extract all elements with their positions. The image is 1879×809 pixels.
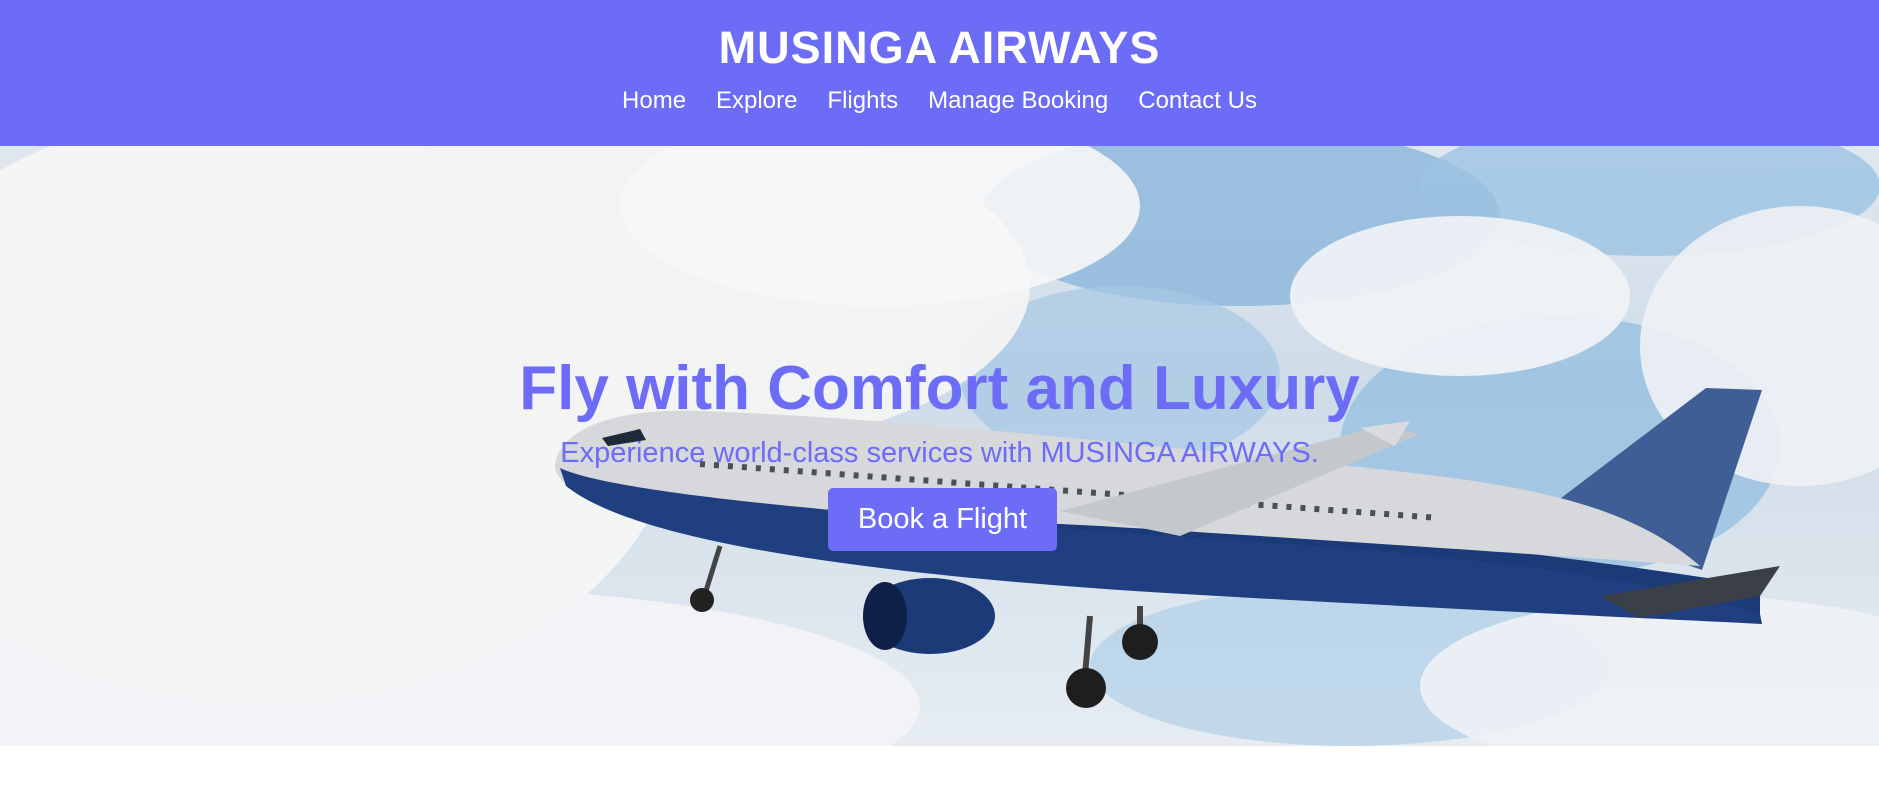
hero-section: Fly with Comfort and Luxury Experience w…	[0, 146, 1879, 746]
nav-explore[interactable]: Explore	[716, 86, 797, 116]
hero-subtitle: Experience world-class services with MUS…	[560, 437, 1319, 469]
brand-logo[interactable]: MUSINGA AIRWAYS	[0, 22, 1879, 74]
site-header: MUSINGA AIRWAYS Home Explore Flights Man…	[0, 0, 1879, 146]
nav-manage-booking[interactable]: Manage Booking	[928, 86, 1108, 116]
book-a-flight-button[interactable]: Book a Flight	[828, 488, 1057, 551]
nav-contact-us[interactable]: Contact Us	[1138, 86, 1257, 116]
hero-title: Fly with Comfort and Luxury	[519, 354, 1360, 423]
main-nav: Home Explore Flights Manage Booking Cont…	[0, 86, 1879, 116]
nav-home[interactable]: Home	[622, 86, 686, 116]
nav-flights[interactable]: Flights	[827, 86, 898, 116]
